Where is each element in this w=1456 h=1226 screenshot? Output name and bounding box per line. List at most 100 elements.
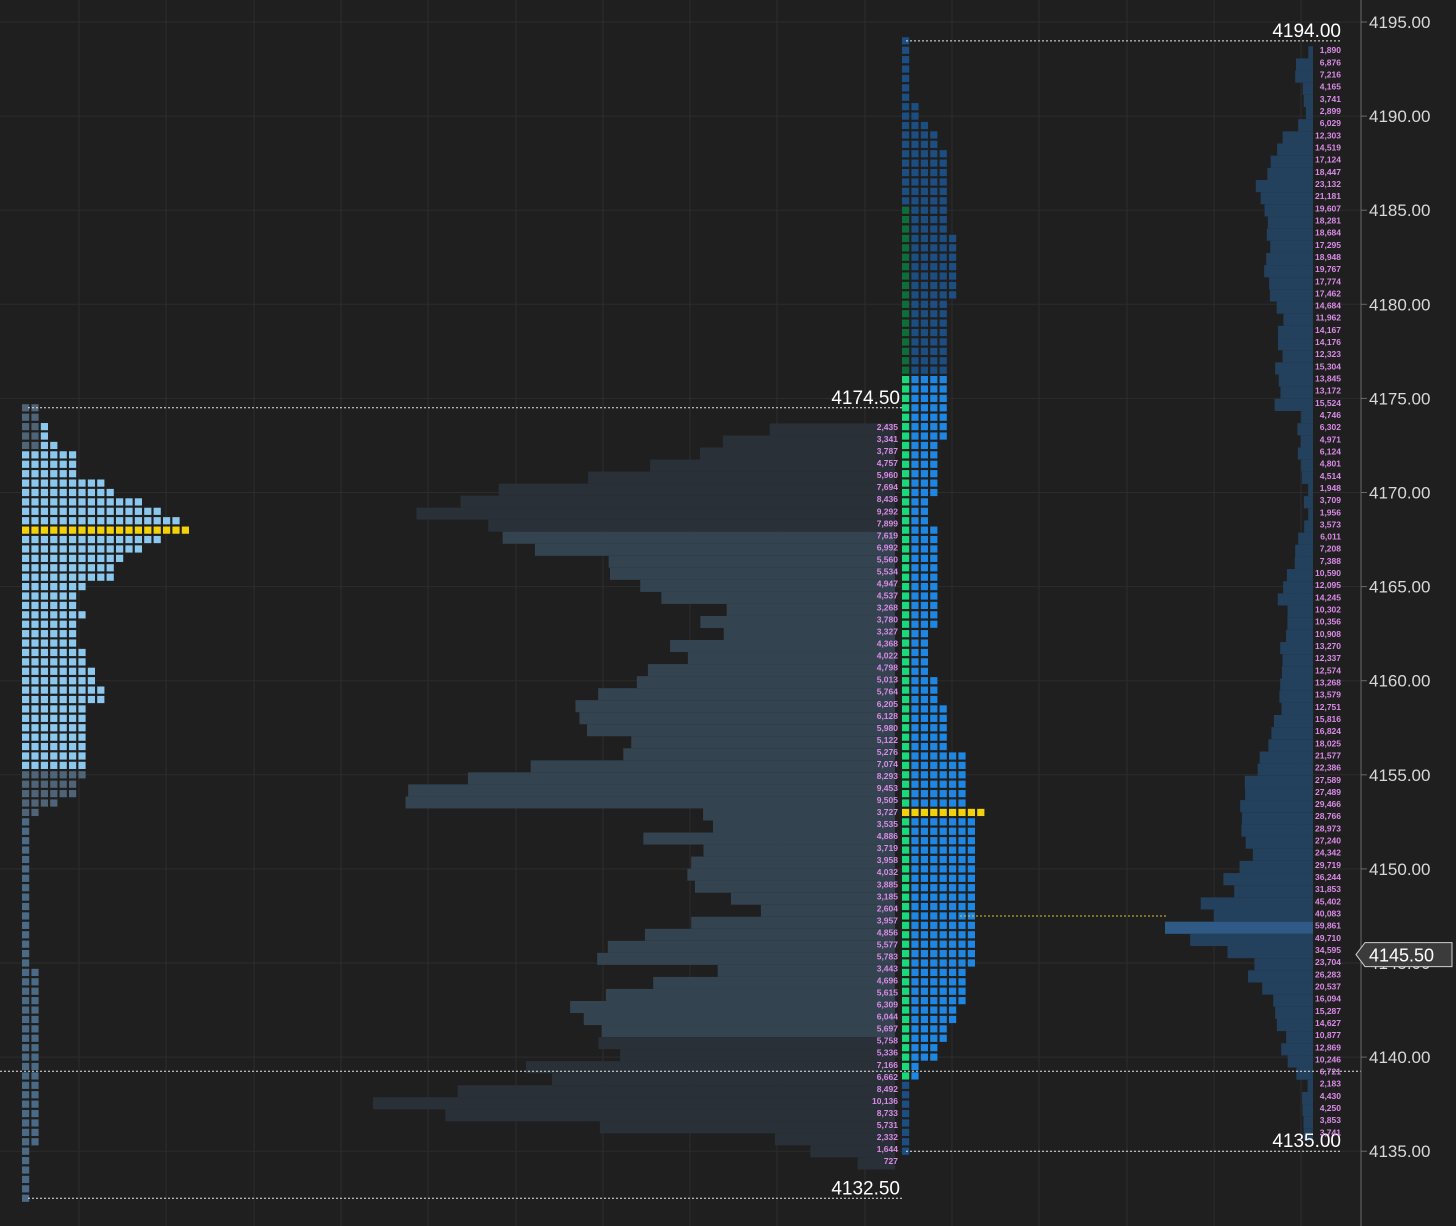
prior-tpo-cell — [59, 742, 67, 751]
current-tpo-cell — [902, 159, 910, 167]
current-tpo-cell — [911, 884, 919, 892]
prior-tpo-cell — [144, 517, 152, 525]
chart-canvas[interactable]: 4174.50 4132.50 4194.00 4135.00 2,435 3,341 3… — [0, 0, 1456, 1226]
prior-tpo-cell — [59, 573, 67, 581]
current-tpo-cell — [920, 197, 928, 205]
current-tpo-cell — [920, 846, 928, 854]
current-tpo-cell — [920, 385, 928, 393]
current-tpo-cell — [911, 799, 919, 807]
prior-tpo-cell — [50, 526, 58, 534]
current-tpo-cell — [902, 997, 910, 1005]
prior-tpo-cell — [22, 1044, 30, 1052]
prior-volume-bar — [445, 1109, 895, 1122]
prior-tpo-cell — [22, 1025, 30, 1033]
prior-volume-bar — [610, 567, 895, 580]
prior-volume-label: 3,535 — [877, 819, 899, 829]
prior-tpo-cell — [31, 498, 39, 506]
current-tpo-cell — [930, 1034, 938, 1042]
prior-tpo-cell — [69, 752, 77, 760]
prior-tpo-cell — [31, 535, 39, 544]
current-tpo-cell — [902, 319, 910, 327]
current-tpo-cell — [949, 263, 957, 271]
current-tpo-cell — [911, 272, 919, 280]
prior-volume-label: 8,492 — [877, 1084, 899, 1094]
prior-volume-label: 10,136 — [872, 1096, 898, 1106]
current-tpo-cell — [930, 865, 938, 873]
current-volume-label: 17,462 — [1315, 288, 1341, 298]
prior-volume-bar — [498, 483, 895, 496]
current-tpo-cell — [902, 931, 910, 939]
current-tpo-cell — [920, 658, 928, 666]
prior-tpo-cell — [172, 526, 180, 534]
current-volume-label: 12,323 — [1315, 349, 1341, 359]
prior-tpo-profile — [22, 404, 189, 1202]
prior-tpo-cell — [116, 545, 124, 553]
prior-tpo-cell — [69, 686, 77, 694]
prior-tpo-cell — [22, 761, 30, 769]
prior-tpo-cell — [153, 535, 161, 544]
current-tpo-cell — [902, 639, 910, 647]
current-tpo-cell — [902, 686, 910, 694]
current-tpo-cell — [930, 846, 938, 854]
prior-volume-label: 4,696 — [877, 976, 899, 986]
current-tpo-cell — [911, 150, 919, 158]
current-tpo-cell — [902, 46, 910, 54]
current-volume-bar — [1283, 313, 1313, 326]
prior-tpo-cell — [116, 526, 124, 534]
current-tpo-cell — [902, 893, 910, 901]
current-tpo-cell — [958, 884, 966, 892]
current-tpo-cell — [902, 583, 910, 591]
current-tpo-cell — [939, 281, 947, 290]
current-tpo-cell — [911, 686, 919, 694]
current-tpo-cell — [911, 667, 919, 675]
current-tpo-cell — [920, 752, 928, 760]
prior-tpo-cell — [87, 526, 95, 534]
current-tpo-cell — [920, 686, 928, 694]
prior-tpo-cell — [22, 648, 30, 657]
current-tpo-cell — [930, 893, 938, 901]
prior-volume-label: 727 — [884, 1156, 898, 1166]
current-tpo-cell — [930, 535, 938, 544]
current-tpo-cell — [920, 498, 928, 506]
current-tpo-cell — [939, 733, 947, 741]
prior-volume-bar — [640, 579, 895, 592]
prior-tpo-cell — [22, 968, 30, 977]
prior-tpo-cell — [40, 526, 48, 534]
prior-tpo-cell — [40, 705, 48, 713]
market-profile-chart[interactable]: 4174.50 4132.50 4194.00 4135.00 2,435 3,341 3… — [0, 0, 1456, 1226]
current-tpo-cell — [911, 498, 919, 506]
prior-volume-bar — [598, 1037, 895, 1050]
current-tpo-cell — [930, 968, 938, 977]
prior-tpo-cell — [22, 592, 30, 600]
prior-tpo-cell — [78, 686, 86, 694]
current-volume-bar — [1303, 1116, 1313, 1129]
prior-tpo-cell — [78, 714, 86, 722]
prior-tpo-cell — [59, 488, 67, 497]
prior-tpo-cell — [40, 799, 48, 807]
current-tpo-cell — [902, 884, 910, 892]
current-tpo-cell — [930, 799, 938, 807]
current-tpo-cell — [911, 611, 919, 619]
current-tpo-cell — [920, 677, 928, 685]
current-tpo-cell — [902, 517, 910, 525]
current-tpo-cell — [930, 1015, 938, 1024]
prior-tpo-cell — [31, 658, 39, 666]
current-tpo-cell — [902, 714, 910, 722]
prior-tpo-cell — [50, 733, 58, 741]
current-volume-bar — [1301, 410, 1313, 424]
current-tpo-cell — [902, 498, 910, 506]
current-tpo-cell — [930, 874, 938, 882]
prior-volume-label: 5,697 — [877, 1024, 899, 1034]
current-volume-bar — [1296, 1067, 1313, 1080]
current-tpo-cell — [939, 865, 947, 873]
current-tpo-cell — [949, 761, 957, 769]
current-tpo-cell — [920, 517, 928, 525]
current-volume-label: 49,710 — [1315, 933, 1341, 943]
current-volume-label: 3,853 — [1320, 1115, 1342, 1125]
current-tpo-cell — [911, 554, 919, 562]
price-axis[interactable]: 4195.00 4190.00 4185.00 4180.00 4175.00 4170.… — [1360, 0, 1430, 1226]
current-tpo-cell — [902, 357, 910, 365]
prior-volume-label: 5,122 — [877, 735, 899, 745]
prior-tpo-cell — [31, 648, 39, 657]
current-volume-label: 21,181 — [1315, 191, 1341, 201]
